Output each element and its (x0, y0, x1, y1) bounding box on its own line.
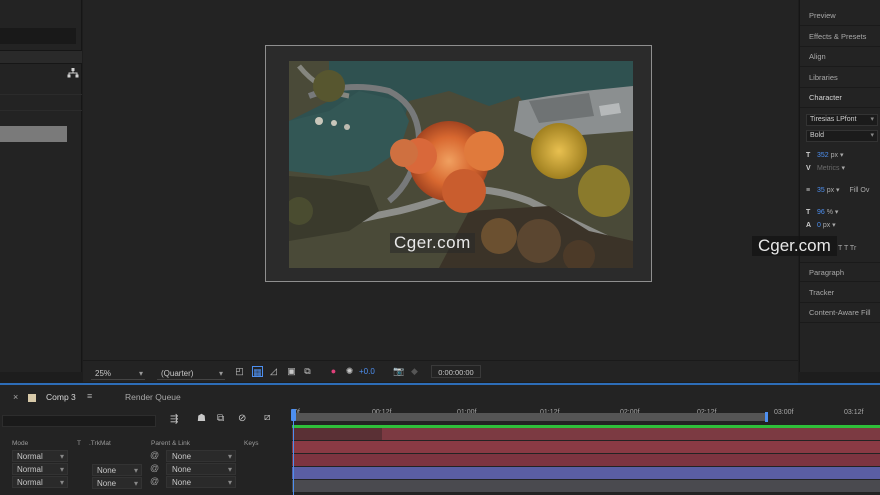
playhead[interactable] (291, 409, 296, 495)
ruler-label: 03:00f (774, 409, 794, 416)
show-snapshot-icon[interactable]: ◆ (409, 366, 420, 377)
font-style-select[interactable]: Bold ▾ (806, 130, 878, 142)
chevron-down-icon: ▾ (133, 479, 138, 488)
shy-layers-icon[interactable]: ⧉ (217, 413, 224, 424)
track-bar-red[interactable] (292, 441, 880, 453)
track-matte-select[interactable]: None ▾ (92, 477, 142, 489)
draft-3d-icon[interactable]: ☗ (197, 413, 206, 424)
exposure-icon[interactable]: ✺ (344, 366, 355, 377)
chevron-down-icon: ▾ (138, 369, 143, 378)
tab-paragraph[interactable]: Paragraph (800, 262, 880, 282)
font-size-row[interactable]: T 352 px ▾ (806, 150, 843, 162)
tab-render-queue[interactable]: Render Queue (125, 392, 181, 402)
pick-whip-icon[interactable]: @ (150, 450, 159, 460)
layer-row[interactable]: Normal ▾ None ▾ @ None ▾ (0, 476, 292, 489)
divider (0, 110, 82, 111)
baseline-row[interactable]: A 0 px ▾ (806, 220, 836, 232)
layer-row[interactable]: Normal ▾ None ▾ @ None ▾ (0, 463, 292, 476)
track-bar-red[interactable] (292, 454, 880, 466)
tab-preview[interactable]: Preview (800, 6, 880, 26)
resolution-select[interactable]: (Quarter) ▾ (157, 367, 225, 380)
color-channels-icon[interactable]: ● (328, 366, 339, 377)
chevron-down-icon: ▾ (59, 452, 64, 461)
timeline-search-input[interactable] (2, 415, 156, 427)
layer-tracks (292, 421, 880, 495)
transparency-grid-icon[interactable]: ▦ (252, 366, 263, 377)
parent-select[interactable]: None ▾ (166, 450, 236, 462)
blend-mode-select[interactable]: Normal ▾ (12, 463, 68, 475)
tab-libraries[interactable]: Libraries (800, 68, 880, 88)
close-icon[interactable]: × (13, 392, 18, 402)
timeline-tabs: × Comp 3 ≡ Render Queue (0, 389, 290, 407)
fast-preview-icon[interactable]: ⧉ (302, 366, 313, 377)
project-search-field[interactable] (0, 28, 76, 44)
zoom-select[interactable]: 25% ▾ (91, 367, 145, 380)
work-area-bar[interactable] (292, 413, 767, 421)
track-bar-red-dark (292, 428, 382, 440)
right-panels: Preview Effects & Presets Align Librarie… (799, 0, 880, 372)
parent-select[interactable]: None ▾ (166, 476, 236, 488)
tab-align[interactable]: Align (800, 47, 880, 67)
tab-comp-3[interactable]: Comp 3 (46, 392, 76, 402)
watermark-center: Cger.com (390, 233, 475, 253)
leading-icon: ≡ (806, 187, 811, 194)
current-time-display[interactable]: 0:00:00:00 (431, 365, 481, 378)
track-bar-gray[interactable] (292, 480, 880, 492)
chevron-down-icon: ▾ (227, 452, 232, 461)
camera-snapshot-icon[interactable]: 📷 (393, 366, 404, 377)
timeline-column-headers: Mode T .TrkMat Parent & Link Keys (12, 440, 259, 447)
chevron-down-icon: ▾ (218, 369, 223, 378)
composition-viewer[interactable]: Cger.com (83, 0, 798, 360)
tab-effects-presets[interactable]: Effects & Presets (800, 27, 880, 47)
chevron-down-icon: ▾ (227, 465, 232, 474)
tab-character[interactable]: Character (800, 88, 880, 108)
watermark-right: Cger.com (752, 236, 837, 256)
blend-mode-select[interactable]: Normal ▾ (12, 476, 68, 488)
text-style-buttons[interactable]: T T Tr (838, 243, 856, 255)
chevron-down-icon: ▾ (870, 132, 874, 139)
divider (0, 94, 82, 95)
layer-row[interactable]: Normal ▾ @ None ▾ (0, 450, 292, 463)
chevron-down-icon: ▾ (59, 465, 64, 474)
project-header-bar (0, 50, 82, 64)
project-item-selected[interactable] (0, 126, 67, 142)
blend-mode-select[interactable]: Normal ▾ (12, 450, 68, 462)
project-panel (0, 0, 82, 372)
baseline-shift-icon: A (806, 222, 812, 229)
aerial-park-image[interactable]: Cger.com (289, 61, 633, 268)
pick-whip-icon[interactable]: @ (150, 476, 159, 486)
tab-tracker[interactable]: Tracker (800, 283, 880, 303)
chevron-down-icon: ▾ (870, 116, 874, 123)
font-family-select[interactable]: Tiresias LPfont ▾ (806, 114, 878, 126)
track-bar-purple[interactable] (292, 467, 880, 479)
vertical-scale-row[interactable]: T 96 % ▾ (806, 207, 838, 219)
composition-flowchart-icon[interactable]: ⇶ (170, 414, 178, 425)
graph-editor-icon[interactable]: ⧄ (264, 412, 270, 423)
viewer-toolbar: 25% ▾ (Quarter) ▾ ◰ ▦ ◿ ▣ ⧉ ● ✺ +0.0 📷 ◆ 0… (83, 360, 798, 382)
track-matte-select[interactable]: None ▾ (92, 464, 142, 476)
timeline-panel: × Comp 3 ≡ Render Queue ⇶ ☗ ⧉ ⊘ ⧄ Mode T… (0, 385, 880, 495)
tab-content-aware-fill[interactable]: Content-Aware Fill (800, 303, 880, 323)
chevron-down-icon: ▾ (59, 478, 64, 487)
pick-whip-icon[interactable]: @ (150, 463, 159, 473)
parent-select[interactable]: None ▾ (166, 463, 236, 475)
flowchart-icon[interactable] (67, 68, 79, 78)
tab-menu-icon[interactable]: ≡ (87, 391, 92, 401)
kerning-row[interactable]: V Metrics ▾ (806, 163, 845, 175)
ruler-label: 03:12f (844, 409, 864, 416)
vertical-scale-icon: T (806, 209, 811, 216)
safe-margins-icon[interactable]: ▣ (286, 366, 297, 377)
comp-color-swatch (28, 394, 36, 402)
snapshot-region-icon[interactable]: ◰ (234, 366, 245, 377)
exposure-value[interactable]: +0.0 (359, 366, 375, 377)
chevron-down-icon: ▾ (227, 478, 232, 487)
kerning-icon: V (806, 165, 811, 172)
motion-blur-icon[interactable]: ⊘ (238, 413, 246, 424)
mask-path-icon[interactable]: ◿ (268, 366, 279, 377)
font-size-icon: T (806, 152, 811, 159)
leading-row[interactable]: ≡ 35 px ▾ Fill Ov (806, 185, 869, 197)
